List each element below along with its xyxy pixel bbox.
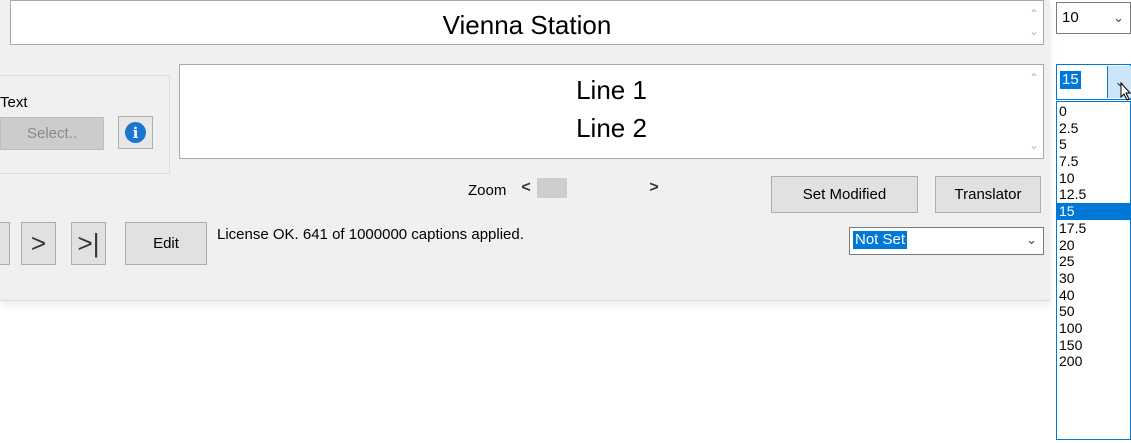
size-dropdown-list[interactable]: 0 2.5 5 7.5 10 12.5 15 17.5 20 25 30 40 50 100 150 200	[1056, 101, 1131, 440]
size-option[interactable]: 50	[1057, 303, 1130, 320]
chevron-down-icon[interactable]: ⌄	[1113, 10, 1124, 26]
nav-previous-button[interactable]	[0, 222, 10, 265]
size-option[interactable]: 40	[1057, 287, 1130, 304]
text-group: Text Select.. i	[0, 75, 170, 174]
modified-combo-value: Not Set	[853, 231, 908, 249]
size-option[interactable]: 12.5	[1057, 186, 1130, 203]
zoom-track[interactable]	[567, 178, 643, 198]
size-option[interactable]: 7.5	[1057, 153, 1130, 170]
caption-line-1: Line 1	[576, 75, 647, 105]
font-size-combo[interactable]: 10 ⌄	[1056, 2, 1131, 34]
info-icon: i	[125, 122, 146, 143]
modified-combo[interactable]: Not Set ⌄	[849, 227, 1044, 255]
license-status: License OK. 641 of 1000000 captions appl…	[217, 226, 524, 243]
nav-last-button[interactable]: >|	[71, 222, 106, 265]
title-textbox[interactable]: Vienna Station ⌃ ⌄	[10, 0, 1044, 45]
size-option[interactable]: 25	[1057, 253, 1130, 270]
translator-button[interactable]: Translator	[935, 176, 1041, 213]
caption-line-2: Line 2	[576, 113, 647, 143]
zoom-label: Zoom	[468, 182, 507, 199]
size-option[interactable]: 2.5	[1057, 120, 1130, 137]
next-icon: >	[30, 228, 47, 258]
title-scrollbar[interactable]: ⌃ ⌄	[1025, 1, 1043, 44]
zoom-thumb[interactable]	[537, 178, 567, 198]
zoom-right-arrow[interactable]: >	[643, 179, 665, 197]
caption-scrollbar[interactable]: ⌃ ⌄	[1025, 65, 1043, 158]
mouse-cursor-icon	[1120, 82, 1131, 101]
chevron-down-icon[interactable]: ⌄	[1026, 232, 1037, 248]
size-option[interactable]: 30	[1057, 270, 1130, 287]
size-option[interactable]: 10	[1057, 170, 1130, 187]
caption-textbox[interactable]: Line 1 Line 2 ⌃ ⌄	[179, 64, 1044, 159]
size-combo-value: 15	[1060, 71, 1081, 89]
size-option[interactable]: 200	[1057, 353, 1130, 370]
size-option[interactable]: 0	[1057, 103, 1130, 120]
text-group-label: Text	[0, 94, 28, 111]
size-option[interactable]: 20	[1057, 237, 1130, 254]
select-button[interactable]: Select..	[0, 117, 104, 150]
scroll-down-icon[interactable]: ⌄	[1029, 138, 1039, 152]
nav-next-button[interactable]: >	[21, 222, 56, 265]
main-panel: Vienna Station ⌃ ⌄ Text Select.. i Line …	[0, 0, 1050, 301]
title-text: Vienna Station	[442, 10, 612, 40]
size-combo[interactable]: 15 ⌄	[1056, 64, 1131, 101]
scroll-up-icon[interactable]: ⌃	[1029, 7, 1039, 21]
zoom-left-arrow[interactable]: <	[515, 179, 537, 197]
info-button[interactable]: i	[118, 116, 153, 149]
scroll-down-icon[interactable]: ⌄	[1029, 24, 1039, 38]
set-modified-button[interactable]: Set Modified	[771, 176, 918, 213]
zoom-scrollbar[interactable]: < >	[515, 177, 665, 199]
size-option[interactable]: 17.5	[1057, 220, 1130, 237]
size-option[interactable]: 5	[1057, 136, 1130, 153]
size-option[interactable]: 100	[1057, 320, 1130, 337]
font-size-value: 10	[1062, 9, 1079, 26]
size-option[interactable]: 150	[1057, 337, 1130, 354]
size-option[interactable]: 15	[1057, 203, 1130, 220]
scroll-up-icon[interactable]: ⌃	[1029, 71, 1039, 85]
edit-button[interactable]: Edit	[125, 222, 207, 265]
last-icon: >|	[77, 228, 100, 258]
